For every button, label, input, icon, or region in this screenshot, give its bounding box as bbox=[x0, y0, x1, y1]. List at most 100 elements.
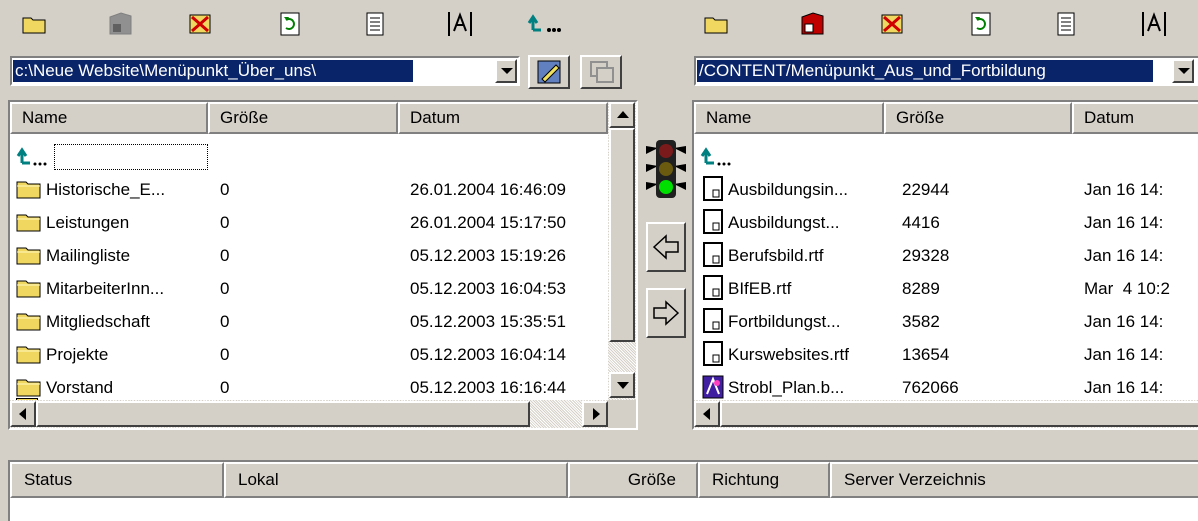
parent-directory-icon bbox=[700, 147, 731, 166]
refresh-icon[interactable] bbox=[270, 4, 310, 44]
file-size: 29328 bbox=[902, 246, 950, 265]
file-name: BIfEB.rtf bbox=[728, 279, 792, 298]
table-row[interactable]: Fortbildungst... 3582 Jan 16 14: bbox=[694, 305, 1198, 338]
column-header-size[interactable]: Größe bbox=[884, 102, 1072, 134]
remote-toolbar bbox=[690, 0, 1198, 50]
column-header-status[interactable]: Status bbox=[10, 462, 224, 498]
document-icon bbox=[703, 308, 723, 333]
vertical-scroll-thumb[interactable] bbox=[609, 128, 635, 342]
scroll-down-button[interactable] bbox=[609, 372, 635, 398]
parent-directory-icon bbox=[16, 147, 47, 166]
table-row[interactable]: Berufsbild.rtf 29328 Jan 16 14: bbox=[694, 239, 1198, 272]
column-header-size[interactable]: Größe bbox=[208, 102, 398, 134]
remote-file-list: Name Größe Datum Ausbildungsin... 22944 Ja… bbox=[692, 100, 1198, 430]
file-size: 3582 bbox=[902, 312, 940, 331]
file-name: MitarbeiterInn... bbox=[46, 279, 165, 298]
column-header-name[interactable]: Name bbox=[694, 102, 884, 134]
column-header-server-directory[interactable]: Server Verzeichnis bbox=[830, 462, 1198, 498]
upload-button[interactable] bbox=[646, 288, 686, 338]
file-name: Fortbildungst... bbox=[728, 312, 841, 331]
file-date: 26.01.2004 15:17:50 bbox=[410, 213, 566, 232]
chevron-down-icon[interactable] bbox=[495, 59, 517, 83]
column-header-name[interactable]: Name bbox=[10, 102, 208, 134]
scroll-up-button[interactable] bbox=[609, 102, 635, 128]
edit-path-button[interactable] bbox=[528, 55, 570, 89]
file-size: 0 bbox=[220, 279, 230, 298]
local-toolbar bbox=[0, 0, 600, 50]
file-date: Jan 16 14: bbox=[1084, 345, 1164, 364]
remote-path-combo[interactable]: /CONTENT/Menüpunkt_Aus_und_Fortbildung bbox=[694, 56, 1198, 86]
file-size: 0 bbox=[220, 345, 230, 364]
parent-directory-icon[interactable] bbox=[525, 4, 565, 44]
file-size: 22944 bbox=[902, 180, 950, 199]
file-size: 13654 bbox=[902, 345, 950, 364]
table-row[interactable]: Historische_E... 0 26.01.2004 16:46:09 bbox=[10, 173, 608, 206]
parent-directory-row[interactable] bbox=[694, 140, 1194, 173]
file-name: Ausbildungsin... bbox=[728, 180, 849, 199]
delete-icon[interactable] bbox=[872, 4, 912, 44]
scroll-left-button[interactable] bbox=[10, 401, 36, 427]
column-header-date[interactable]: Datum bbox=[398, 102, 608, 134]
chevron-down-icon[interactable] bbox=[1172, 59, 1194, 83]
text-file-icon[interactable] bbox=[355, 4, 395, 44]
favorites-button[interactable] bbox=[580, 55, 622, 89]
column-header-local[interactable]: Lokal bbox=[224, 462, 568, 498]
file-name: Mailingliste bbox=[46, 246, 131, 265]
file-size: 0 bbox=[220, 312, 230, 331]
file-size: 8289 bbox=[902, 279, 940, 298]
scroll-right-button[interactable] bbox=[582, 401, 608, 427]
table-row[interactable]: Leistungen 0 26.01.2004 15:17:50 bbox=[10, 206, 608, 239]
file-name: Leistungen bbox=[46, 213, 130, 232]
table-row[interactable]: Ausbildungsin... 22944 Jan 16 14: bbox=[694, 173, 1198, 206]
save-disk-icon[interactable] bbox=[792, 4, 832, 44]
file-date: Jan 16 14: bbox=[1084, 180, 1164, 199]
folder-icon bbox=[16, 214, 41, 232]
document-icon bbox=[703, 341, 723, 366]
save-disk-icon[interactable] bbox=[100, 4, 140, 44]
horizontal-scroll-thumb[interactable] bbox=[720, 401, 1198, 427]
local-path-combo[interactable]: c:\Neue Website\Menüpunkt_Über_uns\ bbox=[10, 56, 520, 86]
table-row[interactable]: MitarbeiterInn... 0 05.12.2003 16:04:53 bbox=[10, 272, 608, 305]
parent-directory-row[interactable] bbox=[10, 140, 610, 173]
file-name: Kurswebsites.rtf bbox=[728, 345, 849, 364]
transfer-queue: Status Lokal Größe Richtung Server Verze… bbox=[8, 460, 1198, 521]
file-name: Mitgliedschaft bbox=[46, 312, 150, 331]
file-size: 0 bbox=[220, 180, 230, 199]
table-row[interactable]: Mitgliedschaft 0 05.12.2003 15:35:51 bbox=[10, 305, 608, 338]
folder-icon[interactable] bbox=[696, 4, 736, 44]
connect-icon bbox=[590, 61, 614, 83]
document-icon bbox=[703, 242, 723, 267]
file-name: Berufsbild.rtf bbox=[728, 246, 824, 265]
file-date: Jan 16 14: bbox=[1084, 312, 1164, 331]
folder-icon bbox=[16, 280, 41, 298]
rename-icon[interactable] bbox=[440, 4, 480, 44]
column-header-size[interactable]: Größe bbox=[568, 462, 698, 498]
scroll-left-button[interactable] bbox=[694, 401, 720, 427]
refresh-icon[interactable] bbox=[961, 4, 1001, 44]
file-name: Ausbildungst... bbox=[728, 213, 840, 232]
folder-icon[interactable] bbox=[14, 4, 54, 44]
file-date: Jan 16 14: bbox=[1084, 213, 1164, 232]
rename-icon[interactable] bbox=[1134, 4, 1174, 44]
document-icon bbox=[703, 176, 723, 201]
column-header-direction[interactable]: Richtung bbox=[698, 462, 830, 498]
file-date: 05.12.2003 15:35:51 bbox=[410, 312, 566, 331]
file-date: Mar 4 10:2 bbox=[1084, 279, 1170, 298]
folder-icon bbox=[16, 247, 41, 265]
scroll-corner bbox=[608, 400, 636, 428]
folder-icon bbox=[16, 379, 41, 397]
text-file-icon[interactable] bbox=[1046, 4, 1086, 44]
table-row[interactable]: Projekte 0 05.12.2003 16:04:14 bbox=[10, 338, 608, 371]
file-date: Jan 16 14: bbox=[1084, 246, 1164, 265]
file-size: 0 bbox=[220, 213, 230, 232]
table-row[interactable]: Ausbildungst... 4416 Jan 16 14: bbox=[694, 206, 1198, 239]
table-row[interactable]: BIfEB.rtf 8289 Mar 4 10:2 bbox=[694, 272, 1198, 305]
horizontal-scroll-thumb[interactable] bbox=[36, 401, 530, 427]
table-row[interactable]: Kurswebsites.rtf 13654 Jan 16 14: bbox=[694, 338, 1198, 371]
folder-icon bbox=[16, 313, 41, 331]
download-button[interactable] bbox=[646, 222, 686, 272]
column-header-date[interactable]: Datum bbox=[1072, 102, 1198, 134]
document-icon bbox=[703, 275, 723, 300]
delete-icon[interactable] bbox=[180, 4, 220, 44]
table-row[interactable]: Mailingliste 0 05.12.2003 15:19:26 bbox=[10, 239, 608, 272]
